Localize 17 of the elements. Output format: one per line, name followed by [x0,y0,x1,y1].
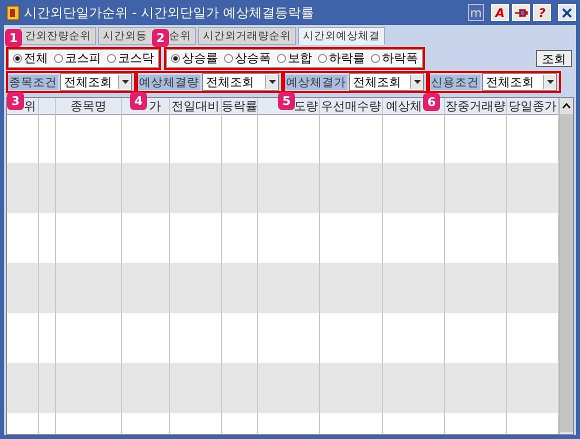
window-title: 시간외단일가순위 - 시간외단일가 예상체결등락률 [24,4,314,22]
step-number-tooltip: 4 [130,92,147,110]
column-header: 등락률 [222,98,257,115]
column-header: 장중거래량 [445,98,506,115]
step-number-tooltip: 3 [7,92,24,110]
filter-label: 신용조건 [430,74,480,90]
filter-label: 예상체결량 [138,74,200,90]
step-number-tooltip: 6 [423,93,440,111]
step-number-tooltip: 1 [5,29,22,47]
column-header: 종목명 [56,98,121,115]
step-number-tooltip: 2 [152,29,169,47]
column-header: 당일종가 [507,98,558,115]
step-number-tooltip: 5 [278,92,295,110]
column-header: 우선매수량 [320,98,382,115]
filter-label: 예상체결가 [285,74,347,90]
column-header: 전일대비 [170,98,221,115]
filter-label: 종목조건 [8,74,58,90]
